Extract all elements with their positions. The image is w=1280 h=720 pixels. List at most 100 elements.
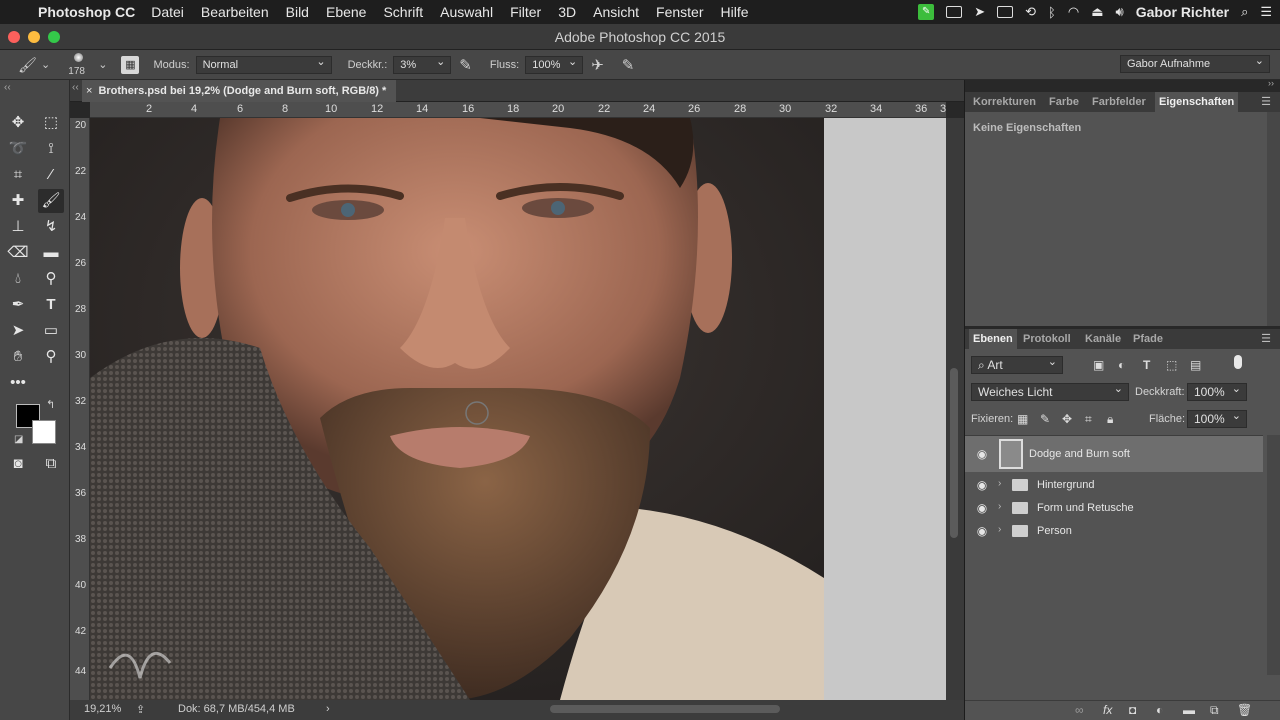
visibility-eye-icon[interactable]: ◉ [975, 524, 989, 538]
scrollbar-thumb[interactable] [950, 368, 958, 538]
user-name[interactable]: Gabor Richter [1136, 4, 1229, 20]
layer-name[interactable]: Hintergrund [1037, 479, 1094, 491]
layer-row-selected[interactable]: ◉ Dodge and Burn soft [965, 436, 1263, 472]
blend-mode-dropdown[interactable]: Weiches Licht [971, 381, 1129, 401]
expand-group-chevron-icon[interactable]: › [998, 524, 1001, 535]
visibility-eye-icon[interactable]: ◉ [975, 478, 989, 492]
menu-app-name[interactable]: Photoshop CC [38, 4, 135, 20]
link-layers-icon[interactable]: ∞ [1075, 703, 1084, 717]
eyedropper-tool-icon[interactable]: ⁄ [38, 163, 64, 187]
bluetooth-icon[interactable]: ᛒ [1048, 5, 1056, 20]
brush-tool-icon[interactable]: 🖌︎ [38, 189, 64, 213]
pressure-size-icon[interactable]: ✎ [622, 56, 635, 74]
crop-tool-icon[interactable]: ⌗ [5, 163, 31, 187]
opacity-dropdown[interactable]: 3% [393, 54, 452, 74]
expand-group-chevron-icon[interactable]: › [998, 501, 1001, 512]
document-size[interactable]: Dok: 68,7 MB/454,4 MB [178, 703, 295, 715]
pressure-opacity-icon[interactable]: ✎ [459, 56, 472, 74]
smart-object-filter-icon[interactable]: ▤ [1190, 358, 1201, 372]
camera-icon[interactable] [997, 6, 1014, 18]
zoom-tool-icon[interactable]: ⚲ [38, 345, 64, 369]
chevron-down-icon[interactable]: ⌄ [41, 58, 50, 71]
menu-bearbeiten[interactable]: Bearbeiten [201, 4, 269, 20]
lock-position-icon[interactable]: ✥ [1062, 412, 1072, 426]
new-group-icon[interactable]: ▬ [1183, 703, 1195, 717]
status-menu-chevron-icon[interactable]: › [326, 703, 330, 715]
move-tool-icon[interactable]: ✥ [5, 111, 31, 135]
layer-name[interactable]: Dodge and Burn soft [1029, 448, 1130, 460]
menu-filter[interactable]: Filter [510, 4, 541, 20]
tab-protokoll[interactable]: Protokoll [1019, 329, 1075, 349]
gradient-tool-icon[interactable]: ▬ [38, 241, 64, 265]
tab-eigenschaften[interactable]: Eigenschaften [1155, 92, 1239, 112]
status-app-icon[interactable]: ✎ [918, 4, 935, 20]
layers-scrollbar[interactable] [1267, 435, 1280, 675]
minimize-window-button[interactable] [28, 31, 40, 43]
tab-farbe[interactable]: Farbe [1045, 92, 1083, 112]
close-tab-icon[interactable]: × [86, 85, 92, 97]
time-machine-icon[interactable]: ⟲ [1025, 4, 1036, 20]
lock-transparency-icon[interactable]: ▦ [1017, 412, 1028, 426]
panel-menu-icon[interactable]: ☰ [1257, 92, 1275, 112]
rectangle-tool-icon[interactable]: ▭ [38, 319, 64, 343]
menu-ansicht[interactable]: Ansicht [593, 4, 639, 20]
panel-menu-icon[interactable]: ☰ [1257, 329, 1275, 349]
tab-pfade[interactable]: Pfade [1129, 329, 1167, 349]
volume-icon[interactable]: 🔊︎ [1116, 4, 1124, 20]
document-canvas[interactable] [90, 118, 946, 700]
visibility-eye-icon[interactable]: ◉ [975, 501, 989, 515]
collapse-dock-icon[interactable]: ›› [1268, 78, 1274, 88]
brush-tool-preset-icon[interactable]: 🖌︎ [18, 56, 37, 74]
brush-size-picker[interactable]: 178 [66, 51, 90, 79]
collapse-icon[interactable]: ‹‹ [72, 82, 79, 93]
layer-opacity-field[interactable]: 100% [1187, 381, 1247, 401]
document-tab[interactable]: × Brothers.psd bei 19,2% (Dodge and Burn … [82, 80, 397, 102]
tab-farbfelder[interactable]: Farbfelder [1088, 92, 1150, 112]
share-icon[interactable]: ⇪ [136, 703, 145, 716]
layer-filter-kind-dropdown[interactable]: ⌕ Art [971, 354, 1063, 374]
adjustment-layer-filter-icon[interactable]: ◐ [1118, 358, 1125, 372]
layer-fill-field[interactable]: 100% [1187, 408, 1247, 428]
mode-dropdown[interactable]: Normal [195, 54, 332, 74]
swap-colors-icon[interactable]: ↰ [46, 398, 55, 411]
background-color-swatch[interactable] [32, 420, 56, 444]
close-window-button[interactable] [8, 31, 20, 43]
quick-selection-tool-icon[interactable]: ⟟ [38, 137, 64, 161]
screen-mode-icon[interactable]: ⧉ [38, 452, 64, 476]
quick-mask-icon[interactable]: ◙ [5, 452, 31, 476]
menu-bild[interactable]: Bild [286, 4, 309, 20]
blur-tool-icon[interactable]: 💧︎ [5, 267, 31, 291]
portrait-photo[interactable] [90, 118, 824, 700]
visibility-eye-icon[interactable]: ◉ [975, 447, 989, 461]
type-layer-filter-icon[interactable]: T [1143, 358, 1150, 372]
lock-image-pixels-icon[interactable]: ✎ [1040, 412, 1050, 426]
zoom-window-button[interactable] [48, 31, 60, 43]
pen-tool-icon[interactable]: ✒︎ [5, 293, 31, 317]
horizontal-scrollbar-thumb[interactable] [550, 705, 780, 713]
adjustment-layer-icon[interactable]: ◐ [1156, 703, 1163, 717]
menu-ebene[interactable]: Ebene [326, 4, 366, 20]
new-layer-icon[interactable]: ⧉ [1210, 703, 1219, 718]
tab-kanaele[interactable]: Kanäle [1081, 329, 1125, 349]
marquee-tool-icon[interactable]: ⬚ [38, 111, 64, 135]
eject-icon[interactable]: ⏏ [1091, 4, 1103, 20]
spotlight-icon[interactable]: ⌕ [1241, 4, 1248, 20]
lock-all-icon[interactable]: 🔒︎ [1107, 412, 1113, 427]
add-mask-icon[interactable]: ◘ [1129, 703, 1136, 717]
more-tools-icon[interactable]: ••• [5, 371, 31, 395]
layer-name[interactable]: Person [1037, 525, 1072, 537]
flow-dropdown[interactable]: 100% [525, 54, 584, 74]
shape-layer-filter-icon[interactable]: ⬚ [1166, 358, 1177, 372]
brush-panel-toggle-icon[interactable]: ▦ [121, 55, 140, 74]
hand-tool-icon[interactable]: ✋︎ [5, 345, 31, 369]
expand-group-chevron-icon[interactable]: › [998, 478, 1001, 489]
default-colors-icon[interactable]: ◪ [14, 434, 23, 445]
workspace-dropdown[interactable]: Gabor Aufnahme [1120, 53, 1270, 73]
path-selection-tool-icon[interactable]: ➤ [5, 319, 31, 343]
healing-brush-tool-icon[interactable]: ✚ [5, 189, 31, 213]
properties-scrollbar[interactable] [1267, 112, 1280, 326]
chevron-down-icon[interactable]: ⌄ [98, 58, 107, 71]
notification-center-icon[interactable]: ☰ [1260, 4, 1272, 20]
menu-fenster[interactable]: Fenster [656, 4, 703, 20]
tab-korrekturen[interactable]: Korrekturen [969, 92, 1040, 112]
